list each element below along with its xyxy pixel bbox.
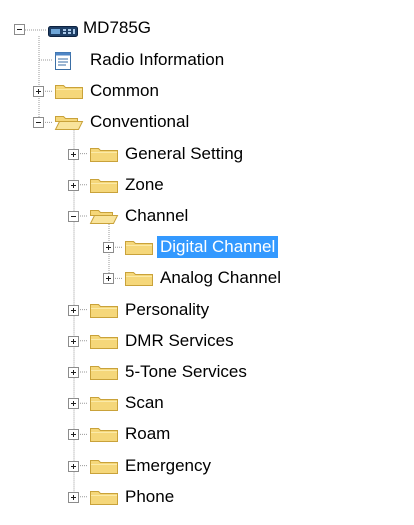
expand-toggle[interactable] [33,86,44,98]
tree-node-label: Zone [125,174,164,194]
folder-icon [89,363,119,386]
tree-node-label: Scan [125,393,164,413]
expand-toggle[interactable] [103,273,114,285]
tree-node-label: Emergency [125,455,211,475]
folder-icon [54,82,84,105]
expand-toggle[interactable] [68,304,79,316]
folder-icon [124,269,154,292]
radio-device-icon [48,23,78,43]
folder-icon [89,301,119,324]
expand-toggle[interactable] [68,491,79,503]
collapse-toggle[interactable] [14,24,25,35]
expand-toggle[interactable] [68,148,79,160]
tree-node-label: Radio Information [90,50,225,69]
expand-toggle[interactable] [68,335,79,347]
tree-node-personality[interactable]: Personality [0,295,414,325]
tree-node-radio-information[interactable]: Radio Information [0,45,414,75]
tree-node-general-setting[interactable]: General Setting [0,139,414,169]
collapse-toggle[interactable] [33,117,44,129]
document-icon [54,51,72,76]
tree-node-dmr-services[interactable]: DMR Services [0,326,414,356]
expand-toggle[interactable] [103,242,114,254]
folder-icon [89,145,119,168]
tree-node-label: MD785G [83,18,152,37]
tree-node-conventional[interactable]: Conventional [0,107,414,137]
tree-node-label: Phone [125,486,175,506]
folder-icon [89,176,119,199]
tree-node-label: Conventional [90,112,190,132]
tree-node-label: Digital Channel [157,236,279,259]
tree-node-digital-channel[interactable]: Digital Channel [0,232,414,262]
tree-node-label: 5-Tone Services [125,362,247,381]
tree-node-label: Personality [125,299,210,319]
tree-node-phone[interactable]: Phone [0,482,414,512]
tree-node-5-tone-services[interactable]: 5-Tone Services [0,357,414,387]
tree-node-common[interactable]: Common [0,76,414,106]
tree-node-zone[interactable]: Zone [0,170,414,200]
folder-icon [89,332,119,355]
tree-node-channel[interactable]: Channel [0,201,414,231]
folder-icon [89,457,119,480]
tree-node-analog-channel[interactable]: Analog Channel [0,263,414,293]
tree-node-label: Channel [125,206,189,225]
expand-toggle[interactable] [68,367,79,378]
folder-icon [124,238,154,261]
folder-icon [89,425,119,448]
folder-icon [89,488,119,511]
tree-node-label: Analog Channel [160,268,281,288]
expand-toggle[interactable] [68,429,79,441]
folder-icon [89,394,119,417]
tree-node-emergency[interactable]: Emergency [0,451,414,481]
tree-view[interactable]: MD785G Radio Information Common Convention… [0,0,414,525]
tree-node-label: DMR Services [125,330,234,350]
expand-toggle[interactable] [68,179,79,191]
folder-open-icon [54,113,84,136]
collapse-toggle[interactable] [68,211,79,222]
expand-toggle[interactable] [68,398,79,410]
tree-node-scan[interactable]: Scan [0,388,414,418]
tree-node-label: General Setting [125,143,244,163]
tree-node-label: Roam [125,424,171,444]
tree-node-roam[interactable]: Roam [0,419,414,449]
folder-open-icon [89,207,119,230]
tree-node-label: Common [90,81,159,101]
expand-toggle[interactable] [68,460,79,472]
